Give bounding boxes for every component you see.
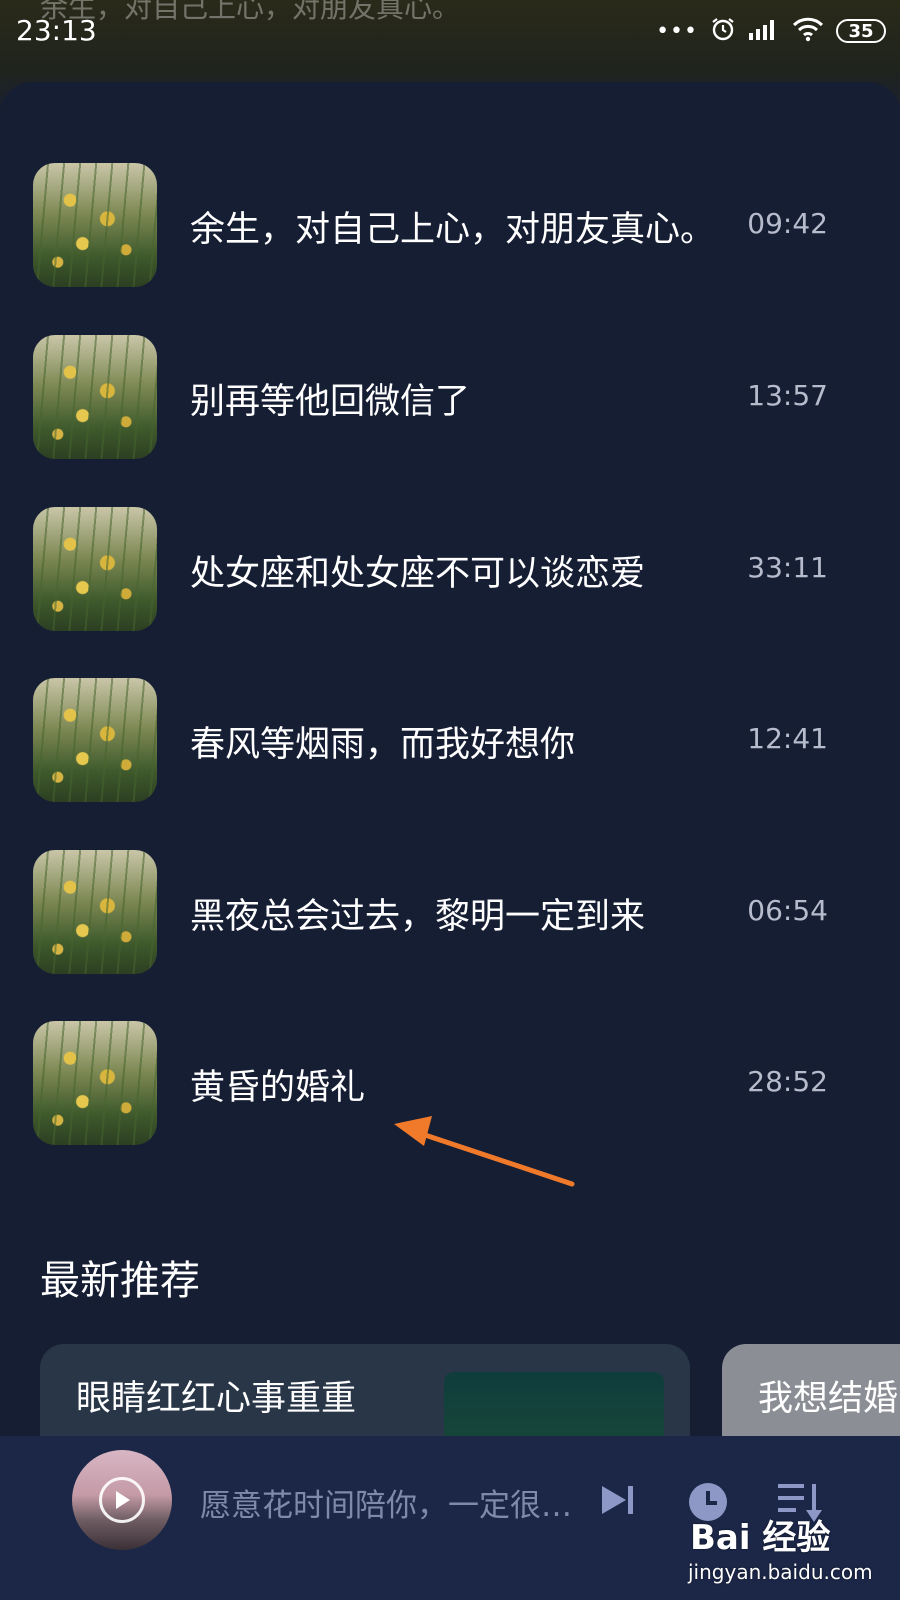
track-duration: 09:42 (747, 207, 828, 240)
track-title: 处女座和处女座不可以谈恋爱 (190, 554, 646, 594)
track-cover-image (33, 507, 157, 631)
next-track-icon[interactable] (598, 1480, 638, 1520)
track-cover-image (33, 1021, 157, 1145)
track-title: 别再等他回微信了 (190, 382, 471, 422)
alarm-icon (710, 16, 736, 46)
recommend-card[interactable]: 我想结婚 (722, 1344, 900, 1444)
recommend-card[interactable]: 眼睛红红心事重重 (40, 1344, 690, 1444)
battery-icon: 35 (836, 19, 886, 43)
track-row[interactable]: 处女座和处女座不可以谈恋爱 33:11 (0, 507, 900, 633)
track-cover-image (33, 850, 157, 974)
track-title: 春风等烟雨，而我好想你 (190, 725, 576, 765)
track-row[interactable]: 黑夜总会过去，黎明一定到来 06:54 (0, 850, 900, 976)
signal-icon (748, 17, 780, 45)
track-duration: 12:41 (747, 722, 828, 755)
status-bar: 23:13 ••• 35 (0, 0, 900, 62)
recommend-section-title: 最新推荐 (40, 1258, 200, 1304)
track-duration: 28:52 (747, 1065, 828, 1098)
track-cover-image (33, 163, 157, 287)
baidu-jingyan-watermark-logo: Bai 经验 (690, 1518, 831, 1558)
track-title: 余生，对自己上心，对朋友真心。 (190, 210, 716, 250)
now-playing-title[interactable]: 愿意花时间陪你，一定很爱你 (200, 1480, 595, 1525)
track-duration: 13:57 (747, 379, 828, 412)
status-icons: ••• 35 (656, 14, 886, 48)
recommend-card-title: 我想结婚 (758, 1379, 899, 1419)
watermark-url: jingyan.baidu.com (688, 1560, 873, 1584)
more-dots-icon: ••• (656, 18, 698, 44)
track-row[interactable]: 余生，对自己上心，对朋友真心。 09:42 (0, 163, 900, 289)
annotation-arrow-icon (394, 1116, 575, 1187)
track-duration: 06:54 (747, 894, 828, 927)
player-cover-image[interactable] (72, 1450, 172, 1550)
track-duration: 33:11 (747, 551, 828, 584)
track-cover-image (33, 335, 157, 459)
status-time: 23:13 (16, 14, 97, 47)
wifi-icon (792, 16, 824, 46)
track-row[interactable]: 春风等烟雨，而我好想你 12:41 (0, 678, 900, 804)
recommend-card-title: 眼睛红红心事重重 (76, 1379, 357, 1419)
play-icon[interactable] (99, 1477, 145, 1523)
track-title: 黑夜总会过去，黎明一定到来 (190, 897, 646, 937)
track-row[interactable]: 别再等他回微信了 13:57 (0, 335, 900, 461)
recommend-card-thumbnail (444, 1372, 664, 1444)
track-cover-image (33, 678, 157, 802)
